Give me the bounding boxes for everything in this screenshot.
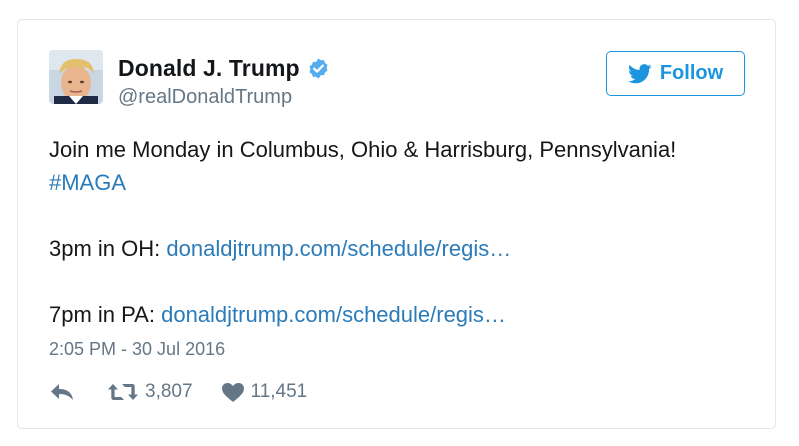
follow-button-label: Follow: [659, 62, 724, 84]
verified-badge-icon: [309, 58, 328, 79]
tweet-line-pa: 7pm in PA: donaldjtrump.com/schedule/reg…: [49, 298, 769, 331]
tweet-card: Donald J. Trump @realDonaldTrump Follow …: [17, 19, 776, 429]
tweet-text: Join me Monday in Columbus, Ohio & Harri…: [49, 133, 769, 331]
oh-prefix: 3pm in OH:: [49, 236, 167, 261]
tweet-line-oh: 3pm in OH: donaldjtrump.com/schedule/reg…: [49, 232, 769, 265]
pa-prefix: 7pm in PA:: [49, 302, 162, 327]
hashtag-link[interactable]: #MAGA: [49, 170, 126, 195]
profile-photo: [49, 50, 103, 104]
reply-button[interactable]: [49, 382, 75, 402]
tweet-actions: 3,807 11,451: [49, 381, 307, 403]
heart-icon: [221, 382, 244, 402]
retweet-count: 3,807: [145, 381, 193, 402]
pa-schedule-link[interactable]: donaldjtrump.com/schedule/regis…: [161, 302, 506, 327]
tweet-timestamp[interactable]: 2:05 PM - 30 Jul 2016: [49, 339, 225, 360]
retweet-icon: [108, 384, 138, 400]
user-name[interactable]: Donald J. Trump: [118, 55, 300, 82]
like-button[interactable]: 11,451: [221, 381, 308, 403]
oh-schedule-link[interactable]: donaldjtrump.com/schedule/regis…: [166, 236, 511, 261]
retweet-button[interactable]: 3,807: [107, 381, 193, 403]
follow-button[interactable]: Follow: [606, 51, 745, 96]
like-count: 11,451: [250, 381, 308, 402]
reply-icon: [51, 384, 73, 400]
user-handle[interactable]: @realDonaldTrump: [118, 86, 292, 109]
avatar[interactable]: [49, 50, 103, 104]
user-name-row: Donald J. Trump: [118, 55, 330, 82]
twitter-bird-icon: [627, 63, 652, 83]
tweet-line-1: Join me Monday in Columbus, Ohio & Harri…: [49, 137, 677, 162]
